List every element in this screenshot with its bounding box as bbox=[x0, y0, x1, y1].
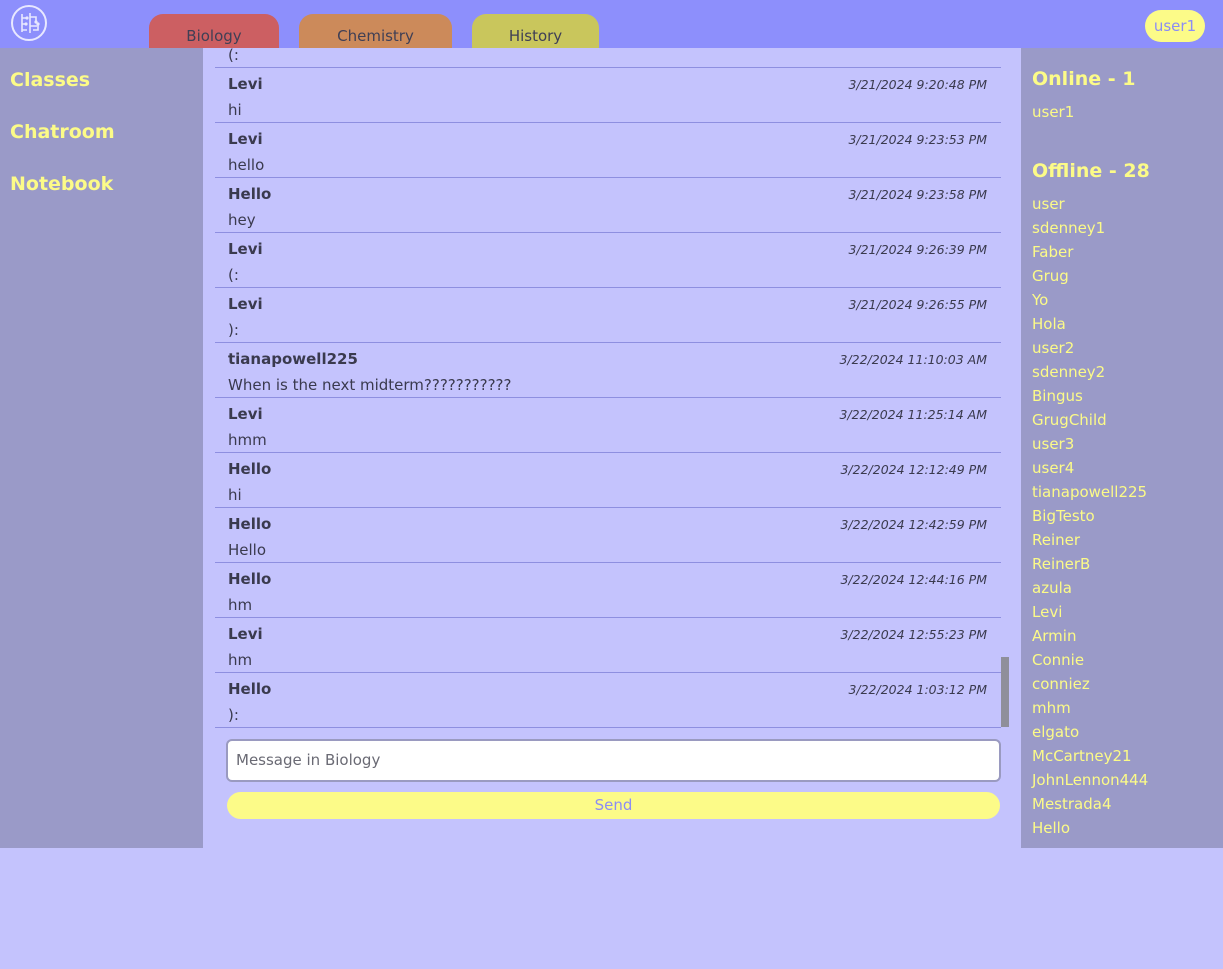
message-author[interactable]: Hello bbox=[228, 680, 271, 698]
top-bar: Biology Chemistry History user1 bbox=[0, 0, 1223, 48]
offline-user[interactable]: ReinerB bbox=[1032, 555, 1090, 573]
message-text: ): bbox=[228, 706, 239, 724]
offline-heading: Offline - 28 bbox=[1032, 160, 1150, 182]
chat-message: Levi 3/21/2024 9:26:39 PM (: bbox=[215, 233, 1001, 288]
offline-user[interactable]: user bbox=[1032, 195, 1065, 213]
tab-biology[interactable]: Biology bbox=[149, 14, 279, 48]
offline-user[interactable]: Faber bbox=[1032, 243, 1073, 261]
offline-user[interactable]: Grug bbox=[1032, 267, 1069, 285]
chat-message: tianapowell225 3/22/2024 11:10:03 AM Whe… bbox=[215, 343, 1001, 398]
message-timestamp: 3/21/2024 9:20:48 PM bbox=[848, 77, 987, 92]
offline-user[interactable]: Yo bbox=[1032, 291, 1048, 309]
message-timestamp: 3/22/2024 12:12:49 PM bbox=[840, 462, 987, 477]
chat-message: Levi 3/22/2024 11:25:14 AM hmm bbox=[215, 398, 1001, 453]
offline-user[interactable]: sdenney1 bbox=[1032, 219, 1105, 237]
tab-chemistry[interactable]: Chemistry bbox=[299, 14, 452, 48]
app-root: Biology Chemistry History user1 Classes … bbox=[0, 0, 1223, 969]
message-timestamp: 3/22/2024 11:10:03 AM bbox=[839, 352, 987, 367]
chat-message: Levi 3/21/2024 9:23:53 PM hello bbox=[215, 123, 1001, 178]
offline-user[interactable]: BigTesto bbox=[1032, 507, 1095, 525]
message-author[interactable]: Levi bbox=[228, 405, 263, 423]
message-text: hi bbox=[228, 101, 242, 119]
offline-user[interactable]: user2 bbox=[1032, 339, 1074, 357]
message-author[interactable]: Hello bbox=[228, 570, 271, 588]
message-timestamp: 3/21/2024 9:26:39 PM bbox=[848, 242, 987, 257]
message-timestamp: 3/21/2024 9:23:58 PM bbox=[848, 187, 987, 202]
message-text: Hello bbox=[228, 541, 267, 559]
offline-user[interactable]: Armin bbox=[1032, 627, 1076, 645]
offline-user[interactable]: Connie bbox=[1032, 651, 1084, 669]
offline-user[interactable]: Bingus bbox=[1032, 387, 1083, 405]
message-text: When is the next midterm??????????? bbox=[228, 376, 512, 394]
offline-user[interactable]: Hola bbox=[1032, 315, 1066, 333]
message-author[interactable]: Hello bbox=[228, 460, 271, 478]
offline-user[interactable]: conniez bbox=[1032, 675, 1090, 693]
offline-user[interactable]: tianapowell225 bbox=[1032, 483, 1147, 501]
offline-user[interactable]: GrugChild bbox=[1032, 411, 1107, 429]
offline-user[interactable]: user4 bbox=[1032, 459, 1074, 477]
offline-user[interactable]: user3 bbox=[1032, 435, 1074, 453]
message-timestamp: 3/22/2024 12:42:59 PM bbox=[840, 517, 987, 532]
sidebar-item-chatroom[interactable]: Chatroom bbox=[10, 120, 115, 144]
chat-message: Levi 3/21/2024 9:26:55 PM ): bbox=[215, 288, 1001, 343]
message-timestamp: 3/21/2024 9:26:55 PM bbox=[848, 297, 987, 312]
message-text: ): bbox=[228, 321, 239, 339]
message-author[interactable]: Levi bbox=[228, 625, 263, 643]
members-sidebar: Online - 1 user1 Offline - 28 user sdenn… bbox=[1021, 48, 1223, 848]
message-timestamp: 3/21/2024 9:23:53 PM bbox=[848, 132, 987, 147]
message-timestamp: 3/22/2024 1:03:12 PM bbox=[848, 682, 987, 697]
message-author[interactable]: tianapowell225 bbox=[228, 350, 358, 368]
message-author[interactable]: Levi bbox=[228, 130, 263, 148]
chat-message: Levi 3/22/2024 12:55:23 PM hm bbox=[215, 618, 1001, 673]
online-heading: Online - 1 bbox=[1032, 68, 1136, 90]
chat-message: Hello 3/22/2024 12:12:49 PM hi bbox=[215, 453, 1001, 508]
online-user[interactable]: user1 bbox=[1032, 103, 1074, 121]
message-author[interactable]: Levi bbox=[228, 295, 263, 313]
message-text: hmm bbox=[228, 431, 267, 449]
brain-logo-icon[interactable] bbox=[10, 4, 48, 42]
message-author[interactable]: Hello bbox=[228, 185, 271, 203]
chat-messages-panel[interactable]: (: Levi 3/21/2024 9:20:48 PM hi Levi 3/2… bbox=[203, 48, 1021, 728]
message-timestamp: 3/22/2024 12:55:23 PM bbox=[840, 627, 987, 642]
chat-scrollbar[interactable] bbox=[1001, 657, 1009, 727]
offline-user[interactable]: azula bbox=[1032, 579, 1072, 597]
offline-user[interactable]: Hello bbox=[1032, 819, 1070, 837]
message-author[interactable]: Hello bbox=[228, 515, 271, 533]
message-text-partial: (: bbox=[228, 48, 239, 64]
offline-user[interactable]: mhm bbox=[1032, 699, 1071, 717]
message-author[interactable]: Levi bbox=[228, 240, 263, 258]
message-text: hello bbox=[228, 156, 265, 174]
sidebar-item-notebook[interactable]: Notebook bbox=[10, 172, 113, 196]
message-text: hi bbox=[228, 486, 242, 504]
offline-user[interactable]: elgato bbox=[1032, 723, 1079, 741]
tab-history[interactable]: History bbox=[472, 14, 599, 48]
chat-message: Levi 3/21/2024 9:20:48 PM hi bbox=[215, 68, 1001, 123]
sidebar-item-classes[interactable]: Classes bbox=[10, 68, 90, 92]
message-text: hm bbox=[228, 596, 253, 614]
offline-user[interactable]: Reiner bbox=[1032, 531, 1080, 549]
message-text: hey bbox=[228, 211, 256, 229]
chat-message: Hello 3/22/2024 12:44:16 PM hm bbox=[215, 563, 1001, 618]
message-timestamp: 3/22/2024 12:44:16 PM bbox=[840, 572, 987, 587]
left-sidebar: Classes Chatroom Notebook bbox=[0, 48, 203, 848]
message-input[interactable]: Message in Biology bbox=[226, 739, 1001, 782]
send-button[interactable]: Send bbox=[227, 792, 1000, 819]
message-timestamp: 3/22/2024 11:25:14 AM bbox=[839, 407, 987, 422]
chat-message: Hello 3/22/2024 1:03:12 PM ): bbox=[215, 673, 1001, 728]
message-text: (: bbox=[228, 266, 239, 284]
user-menu-button[interactable]: user1 bbox=[1145, 10, 1205, 42]
message-author[interactable]: Levi bbox=[228, 75, 263, 93]
offline-user[interactable]: Levi bbox=[1032, 603, 1062, 621]
chat-message: Hello 3/21/2024 9:23:58 PM hey bbox=[215, 178, 1001, 233]
offline-user[interactable]: JohnLennon444 bbox=[1032, 771, 1148, 789]
offline-user[interactable]: sdenney2 bbox=[1032, 363, 1105, 381]
chat-message: Hello 3/22/2024 12:42:59 PM Hello bbox=[215, 508, 1001, 563]
message-text: hm bbox=[228, 651, 253, 669]
offline-user[interactable]: McCartney21 bbox=[1032, 747, 1132, 765]
offline-user[interactable]: Mestrada4 bbox=[1032, 795, 1111, 813]
